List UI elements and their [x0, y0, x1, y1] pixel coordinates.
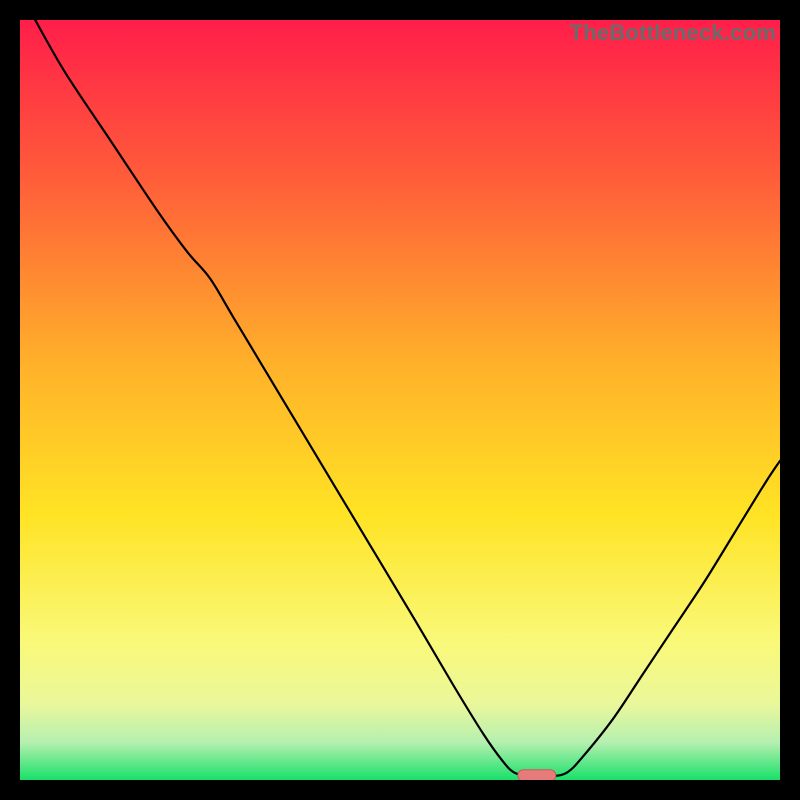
optimal-zone-marker	[518, 770, 556, 780]
gradient-background	[20, 20, 780, 780]
bottleneck-chart	[20, 20, 780, 780]
chart-frame: TheBottleneck.com	[20, 20, 780, 780]
watermark-text: TheBottleneck.com	[570, 20, 776, 46]
